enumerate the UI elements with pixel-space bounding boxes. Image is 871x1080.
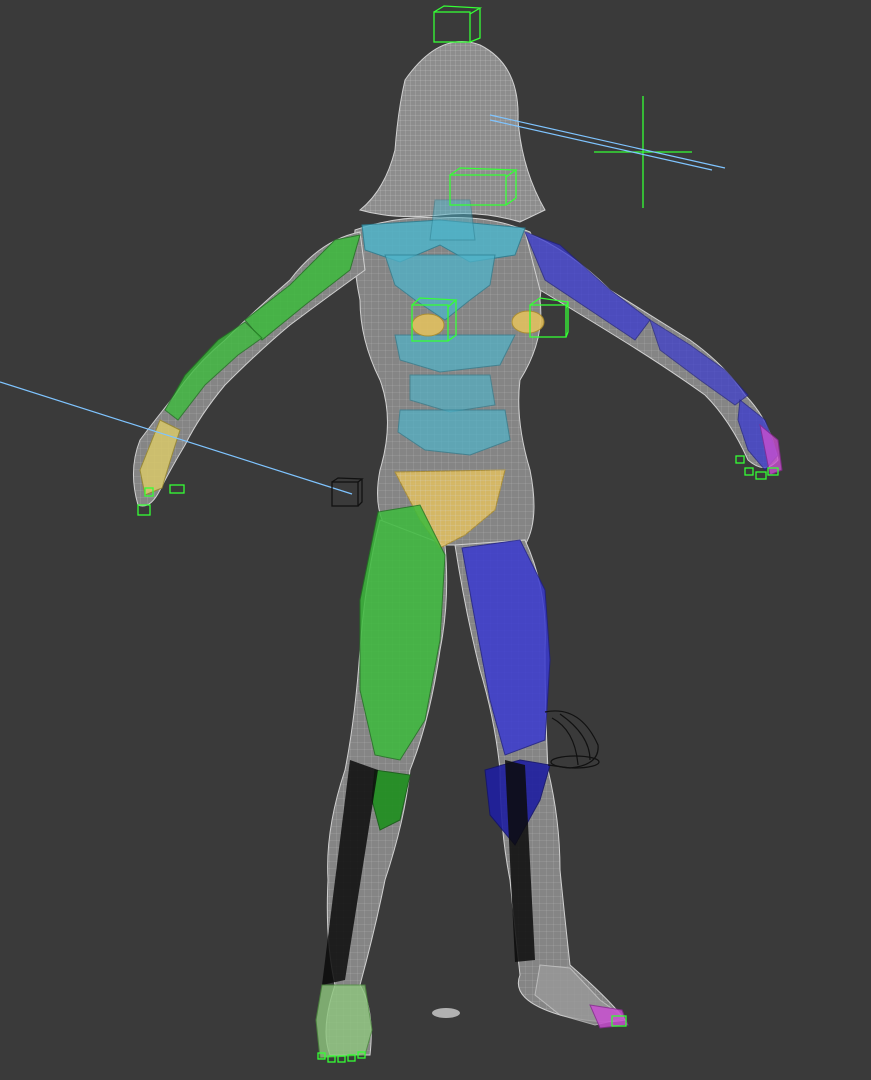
left-finger-tip-1[interactable] [137,504,151,516]
3d-viewport[interactable] [0,0,871,1080]
right-finger-tip-3[interactable] [755,471,767,480]
right-breast-bone[interactable] [511,310,545,334]
left-finger-tip-2[interactable] [169,484,185,494]
right-finger-tip-1[interactable] [735,455,745,464]
ground-marker [432,1008,460,1018]
neck-bone[interactable] [429,199,476,241]
head-helper-box-icon[interactable] [433,5,483,43]
skin-mesh[interactable] [132,41,779,1056]
right-finger-tip-2[interactable] [744,467,754,476]
left-thigh-bone[interactable] [359,504,446,761]
left-forearm-bone[interactable] [164,321,263,421]
left-calf-bone[interactable] [371,769,411,831]
left-breast-bone[interactable] [411,313,445,337]
character-rig-scene[interactable] [0,0,871,1080]
eye-look-line-1 [489,114,726,169]
ik-swivel-helper-icon[interactable] [544,710,600,769]
left-foot-bone[interactable] [315,984,373,1059]
left-upperarm-bone[interactable] [244,234,361,341]
eye-target-crosshair-icon[interactable] [594,96,692,208]
